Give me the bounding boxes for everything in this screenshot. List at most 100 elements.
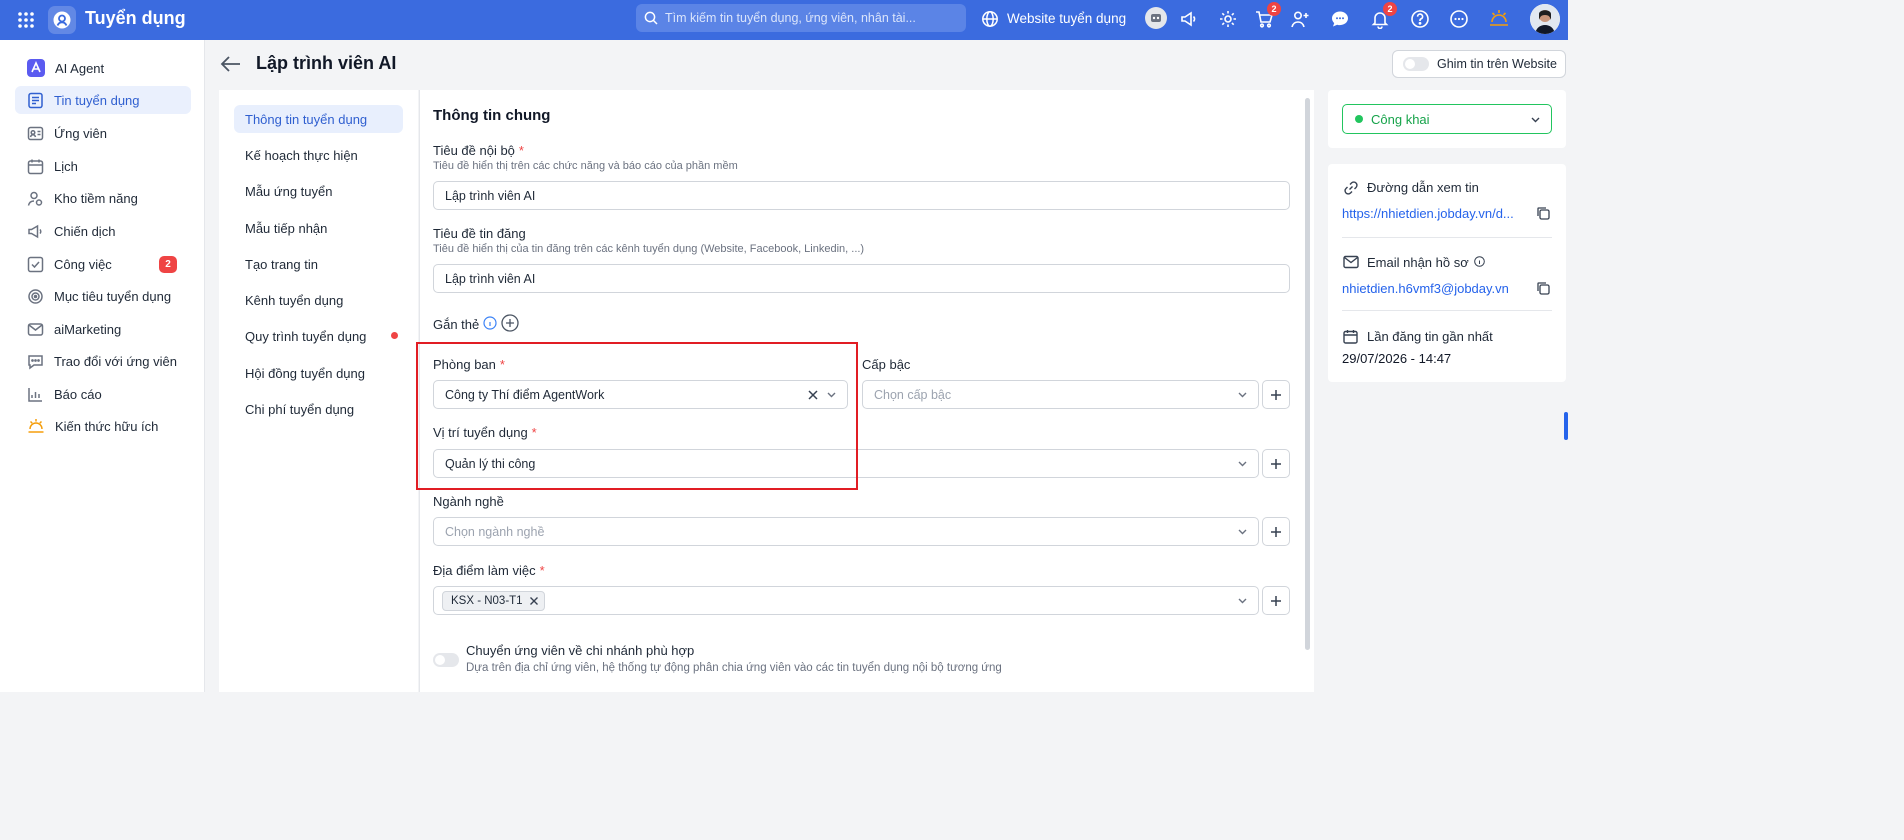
sidebar-item-reports[interactable]: Báo cáo	[15, 380, 191, 408]
clear-icon[interactable]	[807, 389, 819, 401]
knowledge-icon	[28, 419, 44, 433]
notification-bell-icon[interactable]: 2	[1369, 2, 1397, 30]
copy-icon[interactable]	[1536, 281, 1550, 295]
email-value[interactable]: nhietdien.h6vmf3@jobday.vn	[1342, 281, 1509, 296]
post-title-input[interactable]	[445, 271, 1278, 286]
post-title-field[interactable]	[433, 264, 1290, 293]
tab-application-form[interactable]: Mẫu ứng tuyển	[234, 177, 403, 205]
chat-bubble-icon[interactable]	[1329, 8, 1351, 30]
more-options-icon[interactable]	[1448, 8, 1470, 30]
user-avatar[interactable]	[1530, 4, 1560, 34]
sidebar-item-label: Lịch	[54, 158, 78, 174]
chevron-down-icon	[1237, 458, 1248, 469]
tab-process[interactable]: Quy trình tuyển dụng	[234, 322, 403, 350]
sidebar-item-label: Kho tiềm năng	[54, 190, 138, 206]
add-level-button[interactable]	[1262, 380, 1290, 409]
chevron-down-icon	[1237, 595, 1248, 606]
last-post-value: 29/07/2026 - 14:47	[1342, 351, 1452, 366]
required-mark: *	[518, 143, 524, 158]
tag-text: KSX - N03-T1	[451, 594, 523, 607]
required-mark: *	[499, 357, 505, 372]
tab-label: Tạo trang tin	[245, 256, 318, 272]
toggle-switch[interactable]	[1403, 57, 1429, 71]
level-label: Cấp bậc	[862, 357, 911, 372]
sidebar-item-job-posts[interactable]: Tin tuyển dụng	[15, 86, 191, 114]
sidebar-item-label: Mục tiêu tuyển dụng	[54, 288, 172, 304]
app-logo-icon	[48, 6, 76, 34]
tab-committee[interactable]: Hội đồng tuyển dụng	[234, 359, 403, 387]
website-link[interactable]: Website tuyển dụng	[1007, 11, 1126, 26]
scrollbar[interactable]	[1305, 98, 1310, 650]
tab-label: Chi phí tuyển dụng	[245, 401, 355, 417]
sidebar-item-candidates[interactable]: Ứng viên	[15, 119, 191, 147]
copy-icon[interactable]	[1536, 206, 1550, 220]
chevron-down-icon	[1237, 389, 1248, 400]
add-location-button[interactable]	[1262, 586, 1290, 615]
level-select[interactable]: Chọn cấp bậc	[862, 380, 1259, 409]
internal-title-field[interactable]	[433, 181, 1290, 210]
department-select[interactable]: Công ty Thí điểm AgentWork	[433, 380, 848, 409]
view-link-url[interactable]: https://nhietdien.jobday.vn/d...	[1342, 206, 1514, 221]
tab-job-info[interactable]: Thông tin tuyển dụng	[234, 105, 403, 133]
location-select[interactable]: KSX - N03-T1	[433, 586, 1259, 615]
sidebar-item-knowledge[interactable]: Kiến thức hữu ích	[15, 412, 191, 440]
megaphone-icon	[28, 224, 42, 238]
department-value: Công ty Thí điểm AgentWork	[445, 387, 605, 402]
add-user-icon[interactable]	[1289, 8, 1311, 30]
post-title-label: Tiêu đề tin đăng	[433, 226, 526, 241]
divider	[1342, 310, 1552, 311]
sidebar-item-ai-agent[interactable]: AI Agent	[15, 54, 191, 82]
position-label: Vị trí tuyển dụng *	[433, 425, 537, 440]
tab-intake-form[interactable]: Mẫu tiếp nhận	[234, 214, 403, 242]
internal-title-hint: Tiêu đề hiển thị trên các chức năng và b…	[433, 160, 738, 172]
tab-channels[interactable]: Kênh tuyển dụng	[234, 286, 403, 314]
sidebar-item-candidate-chat[interactable]: Trao đổi với ứng viên	[15, 347, 191, 375]
label-text: Phòng ban	[433, 357, 496, 372]
knowledge-lamp-icon[interactable]	[1488, 7, 1510, 29]
settings-gear-icon[interactable]	[1217, 8, 1239, 30]
edge-scroll-handle[interactable]	[1564, 412, 1568, 440]
pin-website-toggle[interactable]: Ghim tin trên Website	[1392, 50, 1566, 78]
sidebar-item-calendar[interactable]: Lịch	[15, 152, 191, 180]
search-input[interactable]	[665, 11, 955, 25]
sidebar-item-campaigns[interactable]: Chiến dịch	[15, 217, 191, 245]
remove-tag-icon[interactable]	[529, 596, 539, 606]
sidebar-item-label: Tin tuyển dụng	[54, 92, 140, 108]
tab-label: Hội đồng tuyển dụng	[245, 365, 365, 381]
tab-create-page[interactable]: Tạo trang tin	[234, 250, 403, 278]
target-icon	[28, 288, 43, 304]
info-icon[interactable]	[483, 316, 497, 330]
apps-grid-icon[interactable]	[16, 10, 36, 30]
level-placeholder: Chọn cấp bậc	[874, 387, 952, 402]
add-industry-button[interactable]	[1262, 517, 1290, 546]
industry-select[interactable]: Chọn ngành nghề	[433, 517, 1259, 546]
sidebar-item-label: aiMarketing	[54, 321, 122, 337]
sidebar-item-tasks[interactable]: Công việc 2	[15, 250, 191, 278]
robot-avatar-icon[interactable]	[1145, 7, 1167, 29]
transfer-toggle[interactable]	[433, 653, 459, 667]
tab-label: Kế hoạch thực hiện	[245, 147, 358, 163]
sidebar-item-talent-pool[interactable]: Kho tiềm năng	[15, 184, 191, 212]
back-arrow-icon[interactable]	[220, 54, 244, 74]
cart-icon[interactable]: 2	[1253, 2, 1281, 30]
sidebar-item-label: Ứng viên	[54, 125, 108, 141]
notification-badge: 2	[1383, 2, 1397, 16]
info-icon[interactable]	[1474, 256, 1485, 267]
tab-costs[interactable]: Chi phí tuyển dụng	[234, 395, 403, 423]
sidebar-item-recruitment-goals[interactable]: Mục tiêu tuyển dụng	[15, 282, 191, 310]
add-position-button[interactable]	[1262, 449, 1290, 478]
position-select[interactable]: Quản lý thi công	[433, 449, 1259, 478]
status-select[interactable]: Công khai	[1342, 104, 1552, 134]
status-value: Công khai	[1371, 111, 1430, 127]
transfer-label: Chuyển ứng viên về chi nhánh phù hợp	[466, 643, 695, 658]
internal-title-input[interactable]	[445, 188, 1278, 203]
help-icon[interactable]	[1409, 8, 1431, 30]
tab-label: Mẫu ứng tuyển	[245, 183, 333, 199]
sidebar-item-aimarketing[interactable]: aiMarketing	[15, 315, 191, 343]
position-value: Quản lý thi công	[445, 456, 536, 471]
tab-plan[interactable]: Kế hoạch thực hiện	[234, 141, 403, 169]
megaphone-icon[interactable]	[1178, 8, 1200, 30]
label-text: Địa điểm làm việc	[433, 563, 536, 578]
add-tag-icon[interactable]	[501, 314, 519, 332]
global-search[interactable]	[636, 4, 966, 32]
